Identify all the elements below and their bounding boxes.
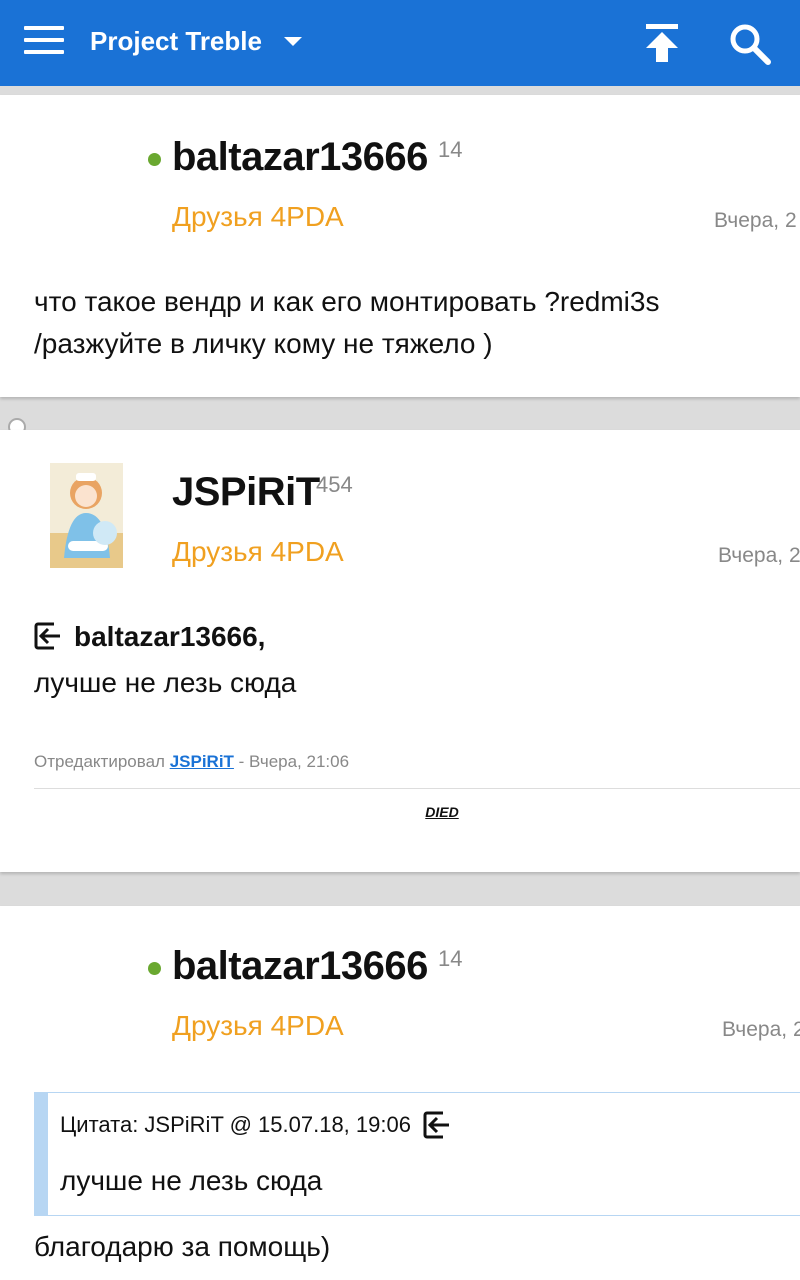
post-text-line: лучше не лезь сюда: [34, 667, 297, 698]
post-text-line: что такое вендр и как его монтировать ?r…: [34, 286, 660, 317]
post-card: baltazar13666 14 Друзья 4PDA Вчера, 2 Ци…: [0, 906, 800, 1280]
app-bar: Project Treble: [0, 0, 800, 86]
editor-link[interactable]: JSPiRiT: [170, 752, 234, 771]
reply-arrow-icon: [34, 620, 64, 662]
user-group: Друзья 4PDA: [172, 201, 344, 232]
topic-title: Project Treble: [90, 26, 262, 56]
quote-block: Цитата: JSPiRiT @ 15.07.18, 19:06 лучше …: [34, 1092, 800, 1216]
reputation-count[interactable]: 454: [316, 472, 353, 498]
online-indicator: [148, 153, 161, 166]
edit-note: Отредактировал JSPiRiT - Вчера, 21:06: [34, 752, 349, 772]
divider: [34, 788, 800, 789]
avatar[interactable]: [50, 463, 123, 568]
post-date: Вчера, 2: [718, 544, 800, 567]
reputation-count[interactable]: 14: [438, 946, 462, 972]
post-body: baltazar13666, лучше не лезь сюда: [34, 616, 296, 704]
quote-header: Цитата: JSPiRiT @ 15.07.18, 19:06: [60, 1111, 453, 1139]
post-author[interactable]: baltazar13666: [172, 135, 428, 180]
user-group: Друзья 4PDA: [172, 1010, 344, 1041]
reply-mention[interactable]: baltazar13666,: [34, 616, 296, 662]
quote-text: лучше не лезь сюда: [60, 1165, 323, 1196]
post-author[interactable]: baltazar13666: [172, 944, 428, 989]
post-body: благодарю за помощь): [34, 1226, 330, 1268]
chevron-down-icon: [283, 37, 302, 46]
post-date: Вчера, 2: [722, 1018, 800, 1041]
topic-selector[interactable]: Project Treble: [90, 26, 302, 57]
post-card: baltazar13666 14 Друзья 4PDA Вчера, 2 чт…: [0, 95, 800, 397]
arrow-to-top-icon[interactable]: [640, 22, 684, 64]
edit-note-prefix: Отредактировал: [34, 752, 165, 771]
post-card: JSPiRiT 454 Друзья 4PDA Вчера, 2 baltaza…: [0, 430, 800, 872]
online-indicator: [148, 962, 161, 975]
post-date: Вчера, 2: [714, 209, 797, 232]
menu-icon[interactable]: [24, 26, 64, 58]
reputation-count[interactable]: 14: [438, 137, 462, 163]
mentioned-user: baltazar13666,: [74, 621, 266, 652]
edit-note-date: - Вчера, 21:06: [238, 752, 350, 771]
go-to-quote-icon[interactable]: [423, 1111, 453, 1139]
quote-header-text: Цитата: JSPiRiT @ 15.07.18, 19:06: [60, 1112, 411, 1137]
post-text-line: благодарю за помощь): [34, 1231, 331, 1262]
search-icon[interactable]: [726, 20, 774, 68]
post-text-line: /разжуйте в личку кому не тяжело ): [34, 328, 493, 359]
post-author[interactable]: JSPiRiT: [172, 470, 320, 515]
post-body: что такое вендр и как его монтировать ?r…: [34, 281, 659, 365]
user-group: Друзья 4PDA: [172, 536, 344, 567]
user-signature: DIED: [425, 804, 459, 820]
